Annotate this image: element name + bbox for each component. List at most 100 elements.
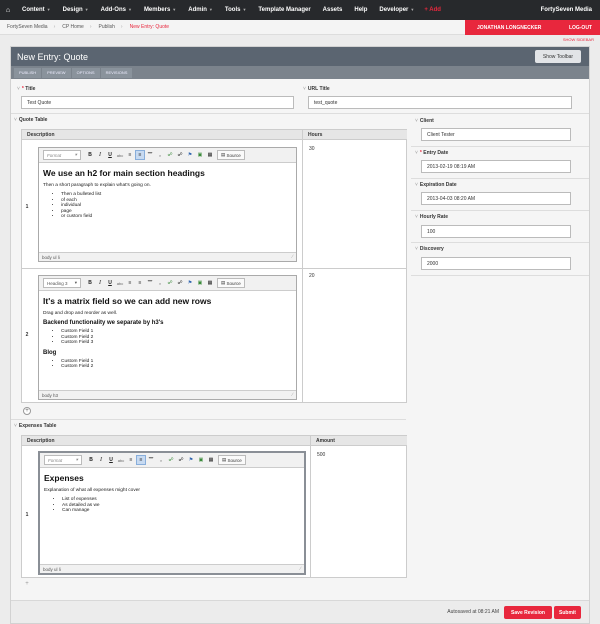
title-label[interactable]: ˅ * Title — [17, 86, 35, 92]
editor-content[interactable]: Expenses Explanation of what all expense… — [44, 471, 300, 561]
source-button[interactable]: ▤ Source — [217, 150, 245, 160]
nav-assets[interactable]: Assets — [317, 7, 349, 13]
strikethrough-button[interactable]: abc — [115, 278, 125, 288]
blockquote-button[interactable]: ”” — [145, 150, 155, 160]
expenses-table-label[interactable]: ˅ Expenses Table — [14, 423, 56, 429]
numbered-list-icon[interactable]: ≡ — [125, 278, 135, 288]
bulleted-list-icon[interactable]: ≡ — [135, 150, 145, 160]
discovery-label[interactable]: ˅ Discovery — [415, 246, 444, 252]
amount-cell[interactable]: 500 — [317, 452, 325, 458]
show-toolbar-button[interactable]: Show Toolbar — [535, 50, 581, 63]
nav-developer[interactable]: Developer ▼ — [373, 7, 420, 13]
anchor-flag-icon[interactable]: ⚑ — [185, 150, 195, 160]
url-title-input[interactable]: test_quote — [308, 96, 572, 109]
hourly-rate-input[interactable]: 100 — [421, 225, 571, 238]
user-name[interactable]: JONATHAN LONGNECKER — [477, 25, 541, 31]
table-icon[interactable]: ▦ — [205, 150, 215, 160]
editor-content[interactable]: We use an h2 for main section headings T… — [43, 166, 292, 249]
row-number[interactable]: 2 — [22, 332, 32, 338]
row-number[interactable]: 1 — [22, 512, 32, 518]
table-icon[interactable]: ▦ — [206, 455, 216, 465]
expiration-date-label[interactable]: ˅ Expiration Date — [415, 182, 457, 188]
add-row-icon[interactable]: + — [23, 581, 31, 589]
client-label[interactable]: ˅ Client — [415, 118, 434, 124]
rich-text-editor[interactable]: Format ▾ B I U abc ≡ ≡ ”” × ☍ ☍ ⚑ ▣ ▦ ▤ S… — [38, 451, 306, 575]
bulleted-list-icon[interactable]: ≡ — [136, 455, 146, 465]
resize-grip-icon[interactable]: ∕ — [292, 254, 293, 260]
table-icon[interactable]: ▦ — [205, 278, 215, 288]
client-input[interactable]: Client Tester — [421, 128, 571, 141]
nav-template-manager[interactable]: Template Manager — [252, 7, 316, 13]
bold-button[interactable]: B — [86, 455, 96, 465]
image-icon[interactable]: ▣ — [195, 278, 205, 288]
remove-format-icon[interactable]: × — [155, 150, 165, 160]
entry-date-input[interactable]: 2013-02-19 08:19 AM — [421, 160, 571, 173]
underline-button[interactable]: U — [106, 455, 116, 465]
source-button[interactable]: ▤ Source — [217, 278, 245, 288]
resize-grip-icon[interactable]: ∕ — [292, 392, 293, 398]
unlink-icon[interactable]: ☍ — [175, 150, 185, 160]
source-button[interactable]: ▤ Source — [218, 455, 246, 465]
tab-revisions[interactable]: REVISIONS — [100, 67, 133, 78]
title-input[interactable]: Test Quote — [21, 96, 294, 109]
anchor-flag-icon[interactable]: ⚑ — [185, 278, 195, 288]
hours-cell[interactable]: 30 — [309, 146, 315, 152]
save-revision-button[interactable]: Save Revision — [504, 606, 552, 619]
numbered-list-icon[interactable]: ≡ — [126, 455, 136, 465]
blockquote-button[interactable]: ”” — [145, 278, 155, 288]
hours-cell[interactable]: 20 — [309, 273, 315, 279]
link-icon[interactable]: ☍ — [165, 150, 175, 160]
home-icon[interactable]: ⌂ — [0, 7, 16, 14]
bulleted-list-icon[interactable]: ≡ — [135, 278, 145, 288]
underline-button[interactable]: U — [105, 278, 115, 288]
nav-admin[interactable]: Admin ▼ — [182, 7, 219, 13]
anchor-flag-icon[interactable]: ⚑ — [186, 455, 196, 465]
row-number[interactable]: 1 — [22, 204, 32, 210]
format-select[interactable]: Format ▾ — [44, 455, 82, 465]
logout-link[interactable]: LOG-OUT — [569, 25, 592, 31]
bold-button[interactable]: B — [85, 278, 95, 288]
add-link[interactable]: + Add — [420, 7, 447, 13]
rich-text-editor[interactable]: Format ▾ B I U abc ≡ ≡ ”” × ☍ ☍ ⚑ ▣ ▦ ▤ S… — [38, 147, 297, 262]
hourly-rate-label[interactable]: ˅ Hourly Rate — [415, 214, 448, 220]
italic-button[interactable]: I — [95, 278, 105, 288]
tab-options[interactable]: OPTIONS — [71, 67, 100, 78]
link-icon[interactable]: ☍ — [166, 455, 176, 465]
discovery-input[interactable]: 2000 — [421, 257, 571, 270]
url-title-label[interactable]: ˅ URL Title — [303, 86, 330, 92]
quote-table-label[interactable]: ˅ Quote Table — [14, 117, 47, 123]
unlink-icon[interactable]: ☍ — [175, 278, 185, 288]
strikethrough-button[interactable]: abc — [115, 150, 125, 160]
breadcrumb-item[interactable]: CP Home — [55, 24, 84, 30]
italic-button[interactable]: I — [95, 150, 105, 160]
editor-content[interactable]: It's a matrix field so we can add new ro… — [43, 294, 292, 389]
blockquote-button[interactable]: ”” — [146, 455, 156, 465]
remove-format-icon[interactable]: × — [155, 278, 165, 288]
image-icon[interactable]: ▣ — [196, 455, 206, 465]
numbered-list-icon[interactable]: ≡ — [125, 150, 135, 160]
tab-preview[interactable]: PREVIEW — [42, 67, 71, 78]
rich-text-editor[interactable]: Heading 3 ▾ B I U abc ≡ ≡ ”” × ☍ ☍ ⚑ ▣ ▦ … — [38, 275, 297, 400]
entry-date-label[interactable]: ˅ * Entry Date — [415, 150, 448, 156]
nav-content[interactable]: Content ▼ — [16, 7, 57, 13]
tab-publish[interactable]: PUBLISH — [14, 67, 42, 78]
link-icon[interactable]: ☍ — [165, 278, 175, 288]
strikethrough-button[interactable]: abc — [116, 455, 126, 465]
unlink-icon[interactable]: ☍ — [176, 455, 186, 465]
nav-members[interactable]: Members ▼ — [138, 7, 182, 13]
breadcrumb-item[interactable]: FortySeven Media — [0, 24, 48, 30]
nav-help[interactable]: Help — [348, 7, 373, 13]
nav-design[interactable]: Design ▼ — [57, 7, 95, 13]
add-row-icon[interactable]: + — [23, 407, 31, 415]
bold-button[interactable]: B — [85, 150, 95, 160]
breadcrumb-item[interactable]: Publish — [92, 24, 115, 30]
site-name[interactable]: FortySeven Media — [541, 7, 592, 13]
expiration-date-input[interactable]: 2013-04-03 08:20 AM — [421, 192, 571, 205]
remove-format-icon[interactable]: × — [156, 455, 166, 465]
format-select[interactable]: Format ▾ — [43, 150, 81, 160]
italic-button[interactable]: I — [96, 455, 106, 465]
nav-tools[interactable]: Tools ▼ — [219, 7, 253, 13]
image-icon[interactable]: ▣ — [195, 150, 205, 160]
underline-button[interactable]: U — [105, 150, 115, 160]
show-sidebar-link[interactable]: SHOW SIDEBAR — [563, 37, 594, 42]
